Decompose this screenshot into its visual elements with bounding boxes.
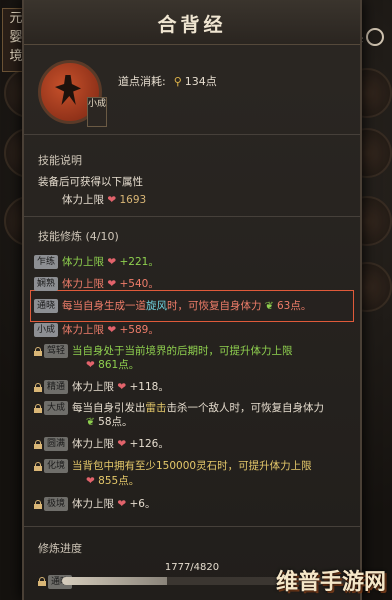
skill-desc-heading: 技能说明 bbox=[38, 154, 82, 167]
row-text: 每当自身生成一道 bbox=[62, 300, 146, 312]
row-text: 体力上限 bbox=[72, 381, 114, 393]
watermark-logo: 维普手游网 bbox=[275, 570, 386, 595]
leaf-icon: ❦ bbox=[264, 300, 274, 312]
row-keyword: 旋风 bbox=[146, 300, 167, 312]
cost-display: 道点消耗: ⚲ 134点 bbox=[118, 73, 217, 89]
title-bar: 合背经 bbox=[24, 0, 360, 45]
row-text: 时，可恢复自身体力 bbox=[167, 300, 262, 312]
stage-tag: 极境 bbox=[44, 497, 68, 511]
stage-tag: 通晓 bbox=[34, 299, 58, 313]
heart-icon: ❤ bbox=[107, 324, 117, 336]
heart-icon: ❤ bbox=[107, 194, 117, 206]
cultivation-row: 圆满 体力上限 ❤ +126。 bbox=[34, 436, 352, 451]
row-text: 体力上限 bbox=[62, 278, 104, 290]
lock-icon bbox=[34, 346, 42, 356]
cultivation-row: 通晓 每当自身生成一道旋风时，可恢复自身体力 ❦ 63点。 bbox=[34, 298, 352, 313]
stage-tag: 小成 bbox=[34, 323, 58, 337]
heart-icon: ❤ bbox=[107, 278, 117, 290]
heart-icon: ❤ bbox=[86, 359, 95, 371]
cultivation-row: 精通 体力上限 ❤ +118。 bbox=[34, 379, 352, 394]
row-value: 58点。 bbox=[98, 416, 133, 428]
stage-tag: 大成 bbox=[44, 401, 68, 415]
skill-detail-panel: 合背经 小成 道点消耗: ⚲ 134点 技能说明 装备后可获得以下属性 体力上限 ❤… bbox=[22, 0, 362, 600]
stage-tag: 乍练 bbox=[34, 255, 58, 269]
dao-point-icon: ⚲ bbox=[173, 75, 182, 88]
cultivation-row-cont: ❤ 855点。 bbox=[86, 473, 352, 488]
lock-icon bbox=[34, 499, 42, 509]
lock-icon bbox=[38, 577, 46, 586]
warrior-silhouette-icon bbox=[55, 75, 81, 105]
stage-tag: 圆满 bbox=[44, 437, 68, 451]
row-value: +126。 bbox=[129, 438, 169, 450]
cultivation-heading: 技能修炼 (4/10) bbox=[38, 230, 119, 243]
skill-desc-line: 装备后可获得以下属性 bbox=[38, 176, 143, 188]
row-text: 体力上限 bbox=[62, 324, 104, 336]
lock-icon bbox=[34, 382, 42, 392]
row-text: 当背包中拥有至少150000灵石时，可提升体力上限 bbox=[72, 460, 312, 472]
lock-icon bbox=[34, 403, 42, 413]
row-value: +589。 bbox=[119, 324, 159, 336]
stage-tag: 驾轻 bbox=[44, 344, 68, 358]
heart-icon: ❤ bbox=[107, 256, 117, 268]
heart-icon: ❤ bbox=[117, 381, 127, 393]
divider bbox=[24, 134, 360, 135]
row-text: 击杀一个敌人时，可恢复自身体力 bbox=[166, 402, 325, 414]
swirl-icon bbox=[366, 28, 384, 46]
row-text: 每当自身引发出 bbox=[72, 402, 146, 414]
divider bbox=[24, 526, 360, 527]
row-value: +6。 bbox=[129, 498, 156, 510]
heart-icon: ❤ bbox=[117, 438, 127, 450]
cultivation-row: 化境 当背包中拥有至少150000灵石时，可提升体力上限 bbox=[34, 458, 352, 473]
cultivation-row: 大成 每当自身引发出雷击击杀一个敌人时，可恢复自身体力 bbox=[34, 400, 352, 415]
row-value: 855点。 bbox=[98, 475, 140, 487]
level-badge: 小成 bbox=[87, 97, 107, 127]
cultivation-row: 娴熟 体力上限 ❤ +540。 bbox=[34, 276, 352, 291]
cultivation-row-cont: ❦ 58点。 bbox=[86, 414, 352, 429]
attr-value: 1693 bbox=[119, 194, 147, 206]
row-value: 63点。 bbox=[277, 300, 312, 312]
attr-line: 体力上限 ❤ 1693 bbox=[62, 192, 146, 207]
skill-avatar[interactable]: 小成 bbox=[38, 60, 107, 127]
stage-tag: 娴熟 bbox=[34, 277, 58, 291]
row-value: +540。 bbox=[119, 278, 159, 290]
cultivation-row-cont: ❤ 861点。 bbox=[86, 357, 352, 372]
cost-value: 134点 bbox=[184, 75, 217, 88]
heart-icon: ❤ bbox=[117, 498, 127, 510]
cost-label: 道点消耗: bbox=[118, 75, 166, 88]
progress-fill bbox=[62, 577, 167, 585]
stage-tag: 化境 bbox=[44, 459, 68, 473]
lock-icon bbox=[34, 439, 42, 449]
row-text: 体力上限 bbox=[72, 498, 114, 510]
cultivation-row: 小成 体力上限 ❤ +589。 bbox=[34, 322, 352, 337]
row-text: 当自身处于当前境界的后期时，可提升体力上限 bbox=[72, 345, 293, 357]
lock-icon bbox=[34, 461, 42, 471]
cultivation-row: 极境 体力上限 ❤ +6。 bbox=[34, 496, 352, 511]
row-value: +118。 bbox=[129, 381, 169, 393]
heart-icon: ❤ bbox=[86, 475, 95, 487]
leaf-icon: ❦ bbox=[86, 416, 95, 428]
progress-heading: 修炼进度 bbox=[38, 542, 82, 555]
attr-label: 体力上限 bbox=[62, 194, 104, 206]
cultivation-row: 乍练 体力上限 ❤ +221。 bbox=[34, 254, 352, 269]
cultivation-row: 驾轻 当自身处于当前境界的后期时，可提升体力上限 bbox=[34, 343, 352, 358]
row-text: 体力上限 bbox=[62, 256, 104, 268]
page-title: 合背经 bbox=[157, 14, 227, 36]
row-value: 861点。 bbox=[98, 359, 140, 371]
divider bbox=[24, 216, 360, 217]
stage-tag: 精通 bbox=[44, 380, 68, 394]
row-value: +221。 bbox=[119, 256, 159, 268]
row-text: 体力上限 bbox=[72, 438, 114, 450]
row-keyword: 雷击 bbox=[145, 402, 167, 414]
